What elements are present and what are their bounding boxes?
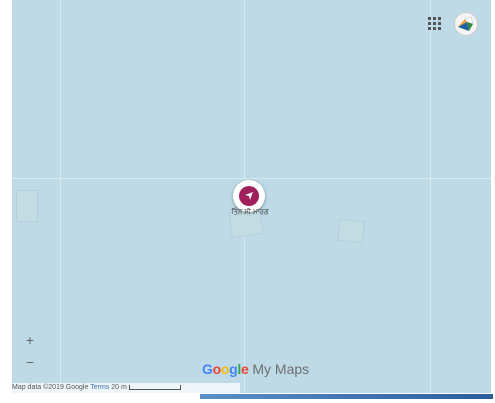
apps-dot <box>427 21 431 25</box>
apps-dot <box>432 26 436 30</box>
road-vertical <box>430 0 431 393</box>
map-attribution: Map data ©2019 Google <box>12 384 89 391</box>
road-vertical <box>60 0 61 393</box>
terms-link[interactable]: Terms <box>90 384 109 391</box>
zoom-in-button[interactable]: + <box>21 329 39 351</box>
marker-glyph <box>245 192 253 200</box>
land-parcel <box>336 218 366 244</box>
apps-dot <box>437 16 441 20</box>
avatar-graphic <box>458 16 474 31</box>
apps-button[interactable] <box>425 14 443 32</box>
bottom-strip <box>200 394 493 399</box>
pin-marker-icon <box>239 186 259 206</box>
apps-dot <box>427 16 431 20</box>
road-horizontal <box>12 178 491 179</box>
google-letter: G <box>202 361 213 377</box>
google-my-maps-logo: Google My Maps <box>202 361 309 377</box>
apps-dot <box>432 21 436 25</box>
map-canvas[interactable]: ਤਿੰਨ ਸੀ ਮਾਰਗ + − Google My Maps Map data… <box>12 0 491 393</box>
scale-bar <box>128 384 181 390</box>
zoom-out-button[interactable]: − <box>21 351 39 373</box>
map-footer: Map data ©2019 Google Terms 20 m <box>12 383 240 393</box>
scale-label[interactable]: 20 m <box>111 384 127 391</box>
apps-dot <box>427 26 431 30</box>
marker-label: ਤਿੰਨ ਸੀ ਮਾਰਗ <box>231 209 269 216</box>
google-letter: o <box>212 361 222 377</box>
location-marker[interactable] <box>233 180 265 212</box>
apps-dot <box>432 16 436 20</box>
my-maps-wordmark: My Maps <box>248 361 310 377</box>
zoom-control: + − <box>21 329 39 373</box>
google-letter: o <box>220 361 230 377</box>
apps-dot <box>437 21 441 25</box>
user-avatar-icon[interactable] <box>454 12 478 36</box>
google-wordmark: Google <box>202 361 249 377</box>
apps-dot <box>437 26 441 30</box>
land-parcel <box>16 190 38 222</box>
